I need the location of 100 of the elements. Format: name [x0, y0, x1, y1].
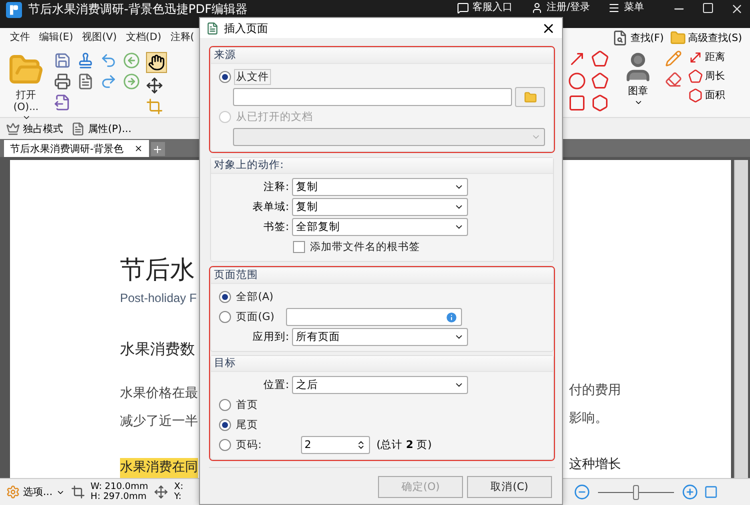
- forward-icon[interactable]: [123, 72, 140, 90]
- group-title: 目标: [211, 356, 553, 372]
- radio-label: 页面(G): [235, 310, 276, 325]
- radio-button[interactable]: [219, 311, 231, 323]
- stamp-button[interactable]: 图章: [617, 50, 659, 113]
- new-document-icon[interactable]: [77, 72, 94, 90]
- page-view-icon[interactable]: [704, 485, 718, 500]
- toolbar-button[interactable]: 属性(P)...: [71, 122, 132, 136]
- menu-item[interactable]: 编辑(E): [39, 30, 74, 44]
- printer-icon[interactable]: [54, 72, 71, 90]
- radio-label: 全部(A): [235, 290, 274, 305]
- measure-button[interactable]: 距离: [688, 50, 725, 65]
- radio-label: 页码:: [235, 438, 263, 453]
- radio-button[interactable]: [219, 399, 231, 411]
- radio-button[interactable]: [219, 419, 231, 431]
- folder-icon: [524, 90, 536, 104]
- maximize-button[interactable]: [702, 2, 714, 14]
- close-icon[interactable]: [134, 144, 143, 154]
- stamp-icon[interactable]: [77, 52, 94, 69]
- spinner-arrows-icon: [356, 440, 366, 450]
- zoom-slider-thumb[interactable]: [633, 484, 639, 500]
- scrollbar[interactable]: [734, 160, 748, 478]
- file-path-field[interactable]: [233, 88, 512, 106]
- menu-item[interactable]: 文件: [10, 30, 30, 44]
- document-text: 这种增长: [569, 456, 621, 474]
- measure-button[interactable]: 周长: [688, 68, 725, 84]
- group-title: 来源: [211, 48, 553, 64]
- page-range-field[interactable]: [286, 308, 462, 326]
- group-title: 对象上的动作:: [211, 158, 553, 174]
- dropdown-field[interactable]: 复制: [292, 178, 468, 196]
- document-text: 水果消费数: [120, 339, 195, 360]
- info-icon: [445, 310, 458, 324]
- hexagon-icon: [688, 88, 703, 103]
- pentagon-icon[interactable]: [591, 72, 609, 90]
- find-button[interactable]: 查找(F): [612, 30, 664, 46]
- field-label: 表单域:: [251, 200, 289, 214]
- close-icon: [730, 2, 744, 16]
- hand-tool-button[interactable]: [146, 52, 167, 73]
- settings-icon: [6, 485, 20, 500]
- folder-icon: [670, 30, 686, 46]
- menu-icon: [608, 2, 620, 14]
- add-tab-button[interactable]: [150, 142, 165, 156]
- user-icon: [530, 2, 543, 14]
- field-label: 注释:: [262, 180, 289, 194]
- document-text: 水果价格在最: [120, 385, 198, 404]
- toolbar-button[interactable]: 独占模式: [6, 122, 63, 136]
- header-link[interactable]: 客服入口: [456, 2, 513, 14]
- pencil-icon[interactable]: [665, 50, 682, 67]
- document-text: Post-holiday F: [120, 290, 197, 308]
- field-label: 书签:: [262, 220, 289, 234]
- measure-button[interactable]: 面积: [688, 88, 725, 103]
- pentagon-icon: [688, 68, 703, 84]
- plus-icon: [152, 144, 164, 155]
- radio-button[interactable]: [219, 71, 231, 83]
- dropdown-field[interactable]: 全部复制: [292, 218, 468, 236]
- radio-button[interactable]: [219, 439, 231, 451]
- export-icon[interactable]: [54, 94, 71, 111]
- cursor-position-text: X: Y:: [174, 482, 184, 502]
- back-icon[interactable]: [123, 52, 140, 69]
- header-link[interactable]: 注册/登录: [530, 2, 590, 14]
- radio-label: 从文件: [234, 69, 271, 85]
- maximize-icon: [702, 2, 714, 14]
- zoom-in-icon[interactable]: [682, 484, 698, 500]
- cursor-position-icon: [154, 485, 168, 500]
- undo-icon[interactable]: [100, 52, 117, 69]
- document-text: 减少了近一半: [120, 413, 198, 432]
- radio-label: 首页: [235, 398, 259, 413]
- options-button[interactable]: 选项...: [6, 485, 65, 500]
- document-text: 影响。: [569, 410, 608, 428]
- page-size-text: W: 210.0mm H: 297.0mm: [90, 482, 148, 502]
- menu-item[interactable]: 视图(V): [82, 30, 117, 44]
- eraser-icon[interactable]: [665, 70, 682, 88]
- square-icon[interactable]: [568, 94, 586, 112]
- header-link[interactable]: 菜单: [608, 2, 644, 14]
- polygon-icon[interactable]: [591, 50, 609, 68]
- menu-item[interactable]: 注释(: [170, 30, 194, 44]
- hexagon-icon[interactable]: [591, 94, 609, 112]
- page-number-spinner[interactable]: 2: [300, 436, 370, 454]
- dropdown-field[interactable]: 所有页面: [292, 328, 468, 346]
- window-title: 节后水果消费调研-背景色迅捷PDF编辑器: [28, 2, 248, 16]
- page-total-text: (总计 2 页): [376, 438, 432, 452]
- checkbox-label: 添加带文件名的根书签: [309, 240, 421, 255]
- zoom-out-icon[interactable]: [574, 484, 590, 500]
- document-icon: [71, 122, 85, 136]
- dropdown-field[interactable]: 之后: [292, 376, 468, 394]
- checkbox[interactable]: [293, 241, 305, 253]
- dropdown-field[interactable]: 复制: [292, 198, 468, 216]
- radio-button[interactable]: [219, 291, 231, 303]
- group-title: 页面范围: [211, 268, 553, 284]
- advanced-find-button[interactable]: 高级查找(S): [670, 30, 742, 46]
- redo-icon[interactable]: [100, 72, 117, 90]
- open-button[interactable]: 打开(O)...: [4, 52, 48, 122]
- menu-item[interactable]: 文档(D): [126, 30, 162, 44]
- field-label: 应用到:: [251, 330, 289, 344]
- dialog-button[interactable]: 取消(C): [467, 476, 552, 498]
- document-text: 节后水: [120, 254, 195, 286]
- circle-icon[interactable]: [568, 72, 586, 90]
- document-tab[interactable]: 节后水果消费调研-背景色: [4, 140, 149, 158]
- save-icon[interactable]: [54, 52, 71, 69]
- close-button[interactable]: [730, 2, 744, 16]
